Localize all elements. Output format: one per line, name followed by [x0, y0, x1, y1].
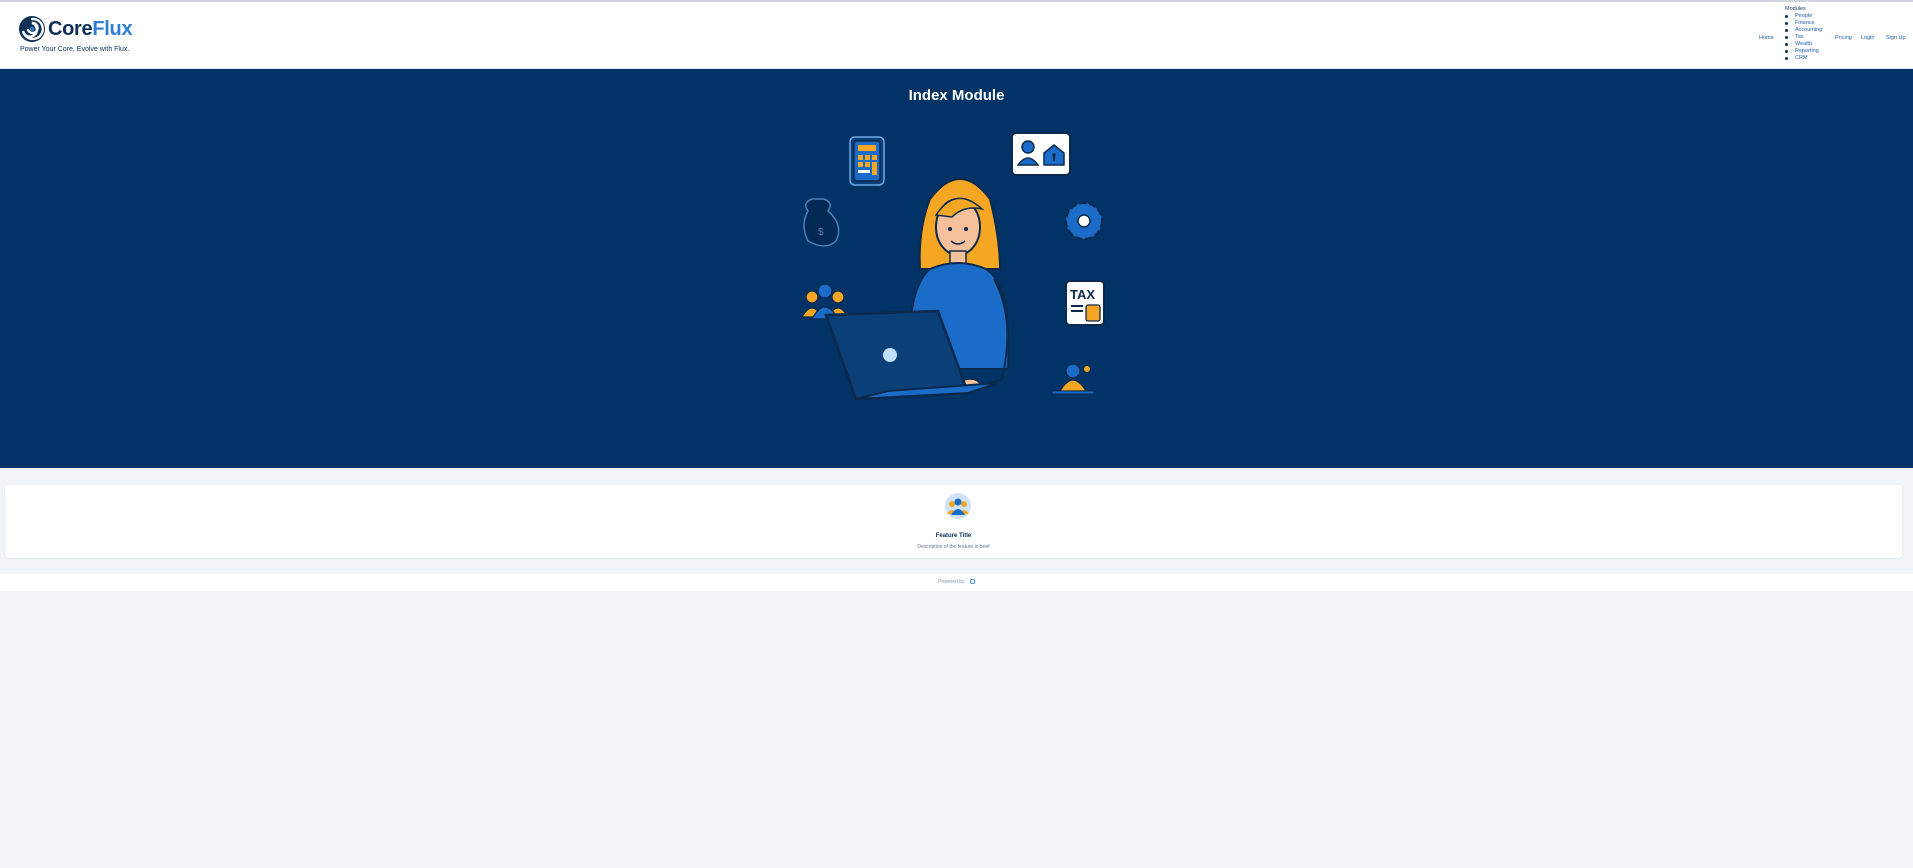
feature-card[interactable]: Feature Title Description of the feature…	[5, 485, 1902, 558]
nav-module-accounting[interactable]: Accounting	[1785, 27, 1822, 34]
user-presenter-icon	[1051, 363, 1095, 395]
site-header: CoreFlux Power Your Core. Evolve with Fl…	[0, 2, 1913, 69]
modules-list: People Finance Accounting Tax Wealth Rep…	[1785, 13, 1822, 62]
bullet-icon	[1785, 50, 1788, 53]
bullet-icon	[1785, 36, 1788, 39]
svg-text:TAX: TAX	[1070, 287, 1095, 302]
hero-section: Index Module $ TAX	[0, 69, 1913, 468]
powered-by-label: Powered by	[938, 579, 965, 585]
powered-by: Powered by	[0, 579, 1913, 585]
nav-login[interactable]: Login	[1861, 35, 1874, 41]
bullet-icon	[1785, 29, 1788, 32]
site-footer: Powered by	[0, 574, 1913, 591]
brand-tagline: Power Your Core. Evolve with Flux.	[20, 46, 130, 53]
nav-pricing[interactable]: Pricing	[1835, 35, 1852, 41]
nav-module-people[interactable]: People	[1785, 13, 1822, 20]
brand-name-core: Core	[48, 17, 93, 40]
nav-module-wealth[interactable]: Wealth	[1785, 41, 1822, 48]
bullet-icon	[1785, 15, 1788, 18]
gear-icon	[1065, 202, 1103, 240]
svg-text:$: $	[818, 227, 824, 238]
page-title: Index Module	[908, 87, 1005, 104]
hero-illustration: $ TAX	[800, 132, 1105, 401]
nav-module-label: Reporting	[1795, 48, 1819, 54]
nav-module-label: Accounting	[1795, 27, 1823, 33]
feature-title: Feature Title	[935, 533, 972, 539]
nav-module-crm[interactable]: CRM	[1785, 55, 1822, 62]
nav-module-label: Tax	[1795, 34, 1804, 40]
nav-module-tax[interactable]: Tax	[1785, 34, 1822, 41]
nav-module-label: Finance	[1795, 20, 1815, 26]
bullet-icon	[1785, 57, 1788, 60]
nav-modules: Modules People Finance Accounting Tax We…	[1785, 6, 1822, 62]
brand-name-flux: Flux	[92, 17, 133, 40]
tax-document-icon: TAX	[1065, 280, 1105, 326]
nav-home[interactable]: Home	[1759, 35, 1774, 41]
money-bag-icon: $	[803, 198, 840, 247]
nav-module-finance[interactable]: Finance	[1785, 20, 1822, 27]
people-group-icon	[945, 493, 971, 519]
nav-modules-label[interactable]: Modules	[1785, 6, 1822, 12]
feature-description: Description of the feature in brief	[917, 544, 990, 550]
id-badge-house-icon	[1011, 132, 1071, 176]
nav-signup[interactable]: Sign Up	[1886, 35, 1906, 41]
logo[interactable]: CoreFlux	[18, 15, 133, 43]
bullet-icon	[1785, 22, 1788, 25]
nav-module-label: CRM	[1795, 55, 1808, 61]
nav-module-reporting[interactable]: Reporting	[1785, 48, 1822, 55]
brand-name: CoreFlux	[48, 17, 133, 41]
bullet-icon	[1785, 43, 1788, 46]
coreflux-mark-icon[interactable]	[969, 579, 975, 585]
calculator-icon	[849, 136, 885, 186]
nav-module-label: People	[1795, 13, 1813, 19]
nav-module-label: Wealth	[1795, 41, 1813, 47]
coreflux-swirl-icon	[19, 16, 45, 42]
